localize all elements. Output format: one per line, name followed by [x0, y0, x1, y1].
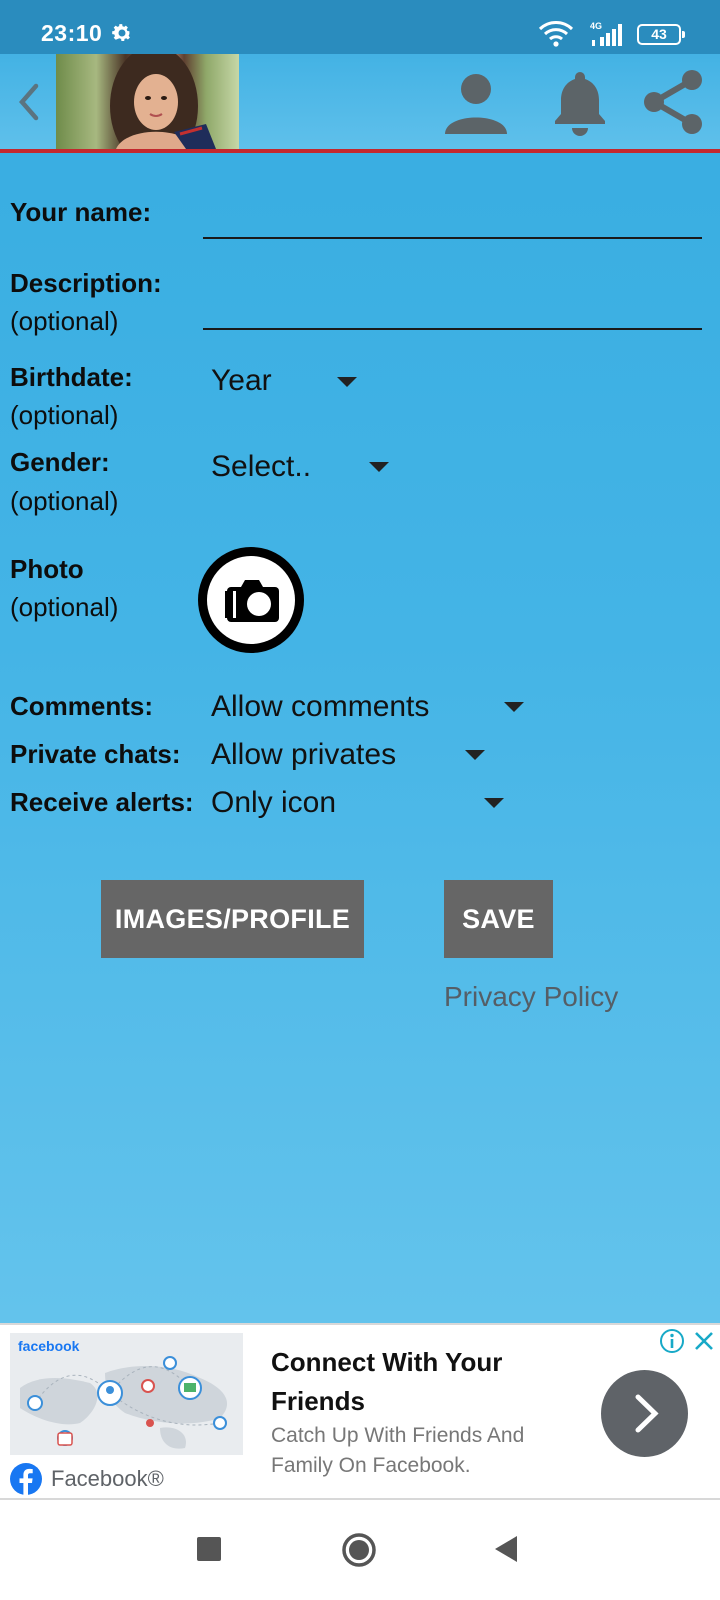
description-input[interactable] — [203, 328, 702, 330]
ad-world-map-graphic — [20, 1356, 228, 1449]
name-label: Your name: — [10, 197, 152, 227]
app-header — [0, 54, 720, 153]
private-chats-value: Allow privates — [211, 738, 397, 771]
ad-brand-name: Facebook® — [51, 1466, 164, 1491]
images-profile-button[interactable]: IMAGES/PROFILE — [101, 880, 364, 958]
system-nav-bar — [0, 1500, 720, 1600]
comments-label: Comments: — [10, 691, 154, 721]
network-type-label: 4G — [590, 21, 602, 31]
gender-value: Select.. — [211, 450, 312, 483]
person-icon[interactable] — [442, 68, 510, 136]
recents-icon[interactable] — [197, 1537, 221, 1561]
photo-optional-label: (optional) — [10, 592, 119, 622]
back-triangle-icon[interactable] — [493, 1534, 519, 1564]
camera-button-face — [207, 556, 295, 644]
ad-image: facebook — [10, 1333, 243, 1455]
chevron-down-icon — [484, 798, 504, 808]
ad-description: Catch Up With Friends And Family On Face… — [271, 1424, 525, 1477]
bell-icon[interactable] — [546, 68, 614, 136]
facebook-logo-icon — [10, 1463, 42, 1495]
save-button[interactable]: SAVE — [444, 880, 553, 958]
chevron-down-icon — [337, 377, 357, 387]
photo-upload-button[interactable] — [198, 547, 304, 653]
signal-icon: 4G — [590, 21, 622, 46]
profile-avatar[interactable] — [56, 54, 239, 149]
ad-cta-button[interactable] — [601, 1370, 688, 1457]
description-optional-label: (optional) — [10, 306, 119, 336]
private-chats-label: Private chats: — [10, 739, 181, 769]
chevron-right-icon — [635, 1394, 659, 1433]
gear-icon — [112, 24, 132, 41]
privacy-policy-link[interactable]: Privacy Policy — [444, 979, 618, 1015]
ad-title: Connect With Your Friends — [271, 1347, 503, 1416]
battery-icon: 43 — [637, 24, 685, 45]
share-icon[interactable] — [640, 68, 708, 136]
birthdate-optional-label: (optional) — [10, 400, 119, 430]
camera-icon — [225, 580, 279, 622]
status-bar: 23:10 4G 43 — [0, 0, 720, 54]
home-icon[interactable] — [341, 1532, 377, 1568]
battery-level: 43 — [651, 26, 667, 42]
chevron-down-icon — [465, 750, 485, 760]
chevron-down-icon — [369, 462, 389, 472]
wifi-icon — [538, 21, 574, 47]
gender-label: Gender: — [10, 447, 110, 477]
chevron-left-icon[interactable] — [14, 82, 44, 122]
info-icon[interactable] — [659, 1328, 685, 1354]
ad-banner[interactable]: facebook Facebook® Connect With Your Fri… — [0, 1323, 720, 1500]
birthdate-label: Birthdate: — [10, 362, 133, 392]
status-time: 23:10 — [41, 20, 103, 46]
comments-value: Allow comments — [211, 690, 430, 723]
receive-alerts-label: Receive alerts: — [10, 787, 194, 817]
chevron-down-icon — [504, 702, 524, 712]
avatar-image — [110, 54, 216, 149]
birthdate-year-value: Year — [211, 364, 272, 397]
receive-alerts-value: Only icon — [211, 786, 337, 819]
description-label: Description: — [10, 268, 162, 298]
gender-optional-label: (optional) — [10, 486, 119, 516]
close-icon[interactable] — [691, 1328, 717, 1354]
name-input[interactable] — [203, 237, 702, 239]
photo-label: Photo — [10, 554, 84, 584]
